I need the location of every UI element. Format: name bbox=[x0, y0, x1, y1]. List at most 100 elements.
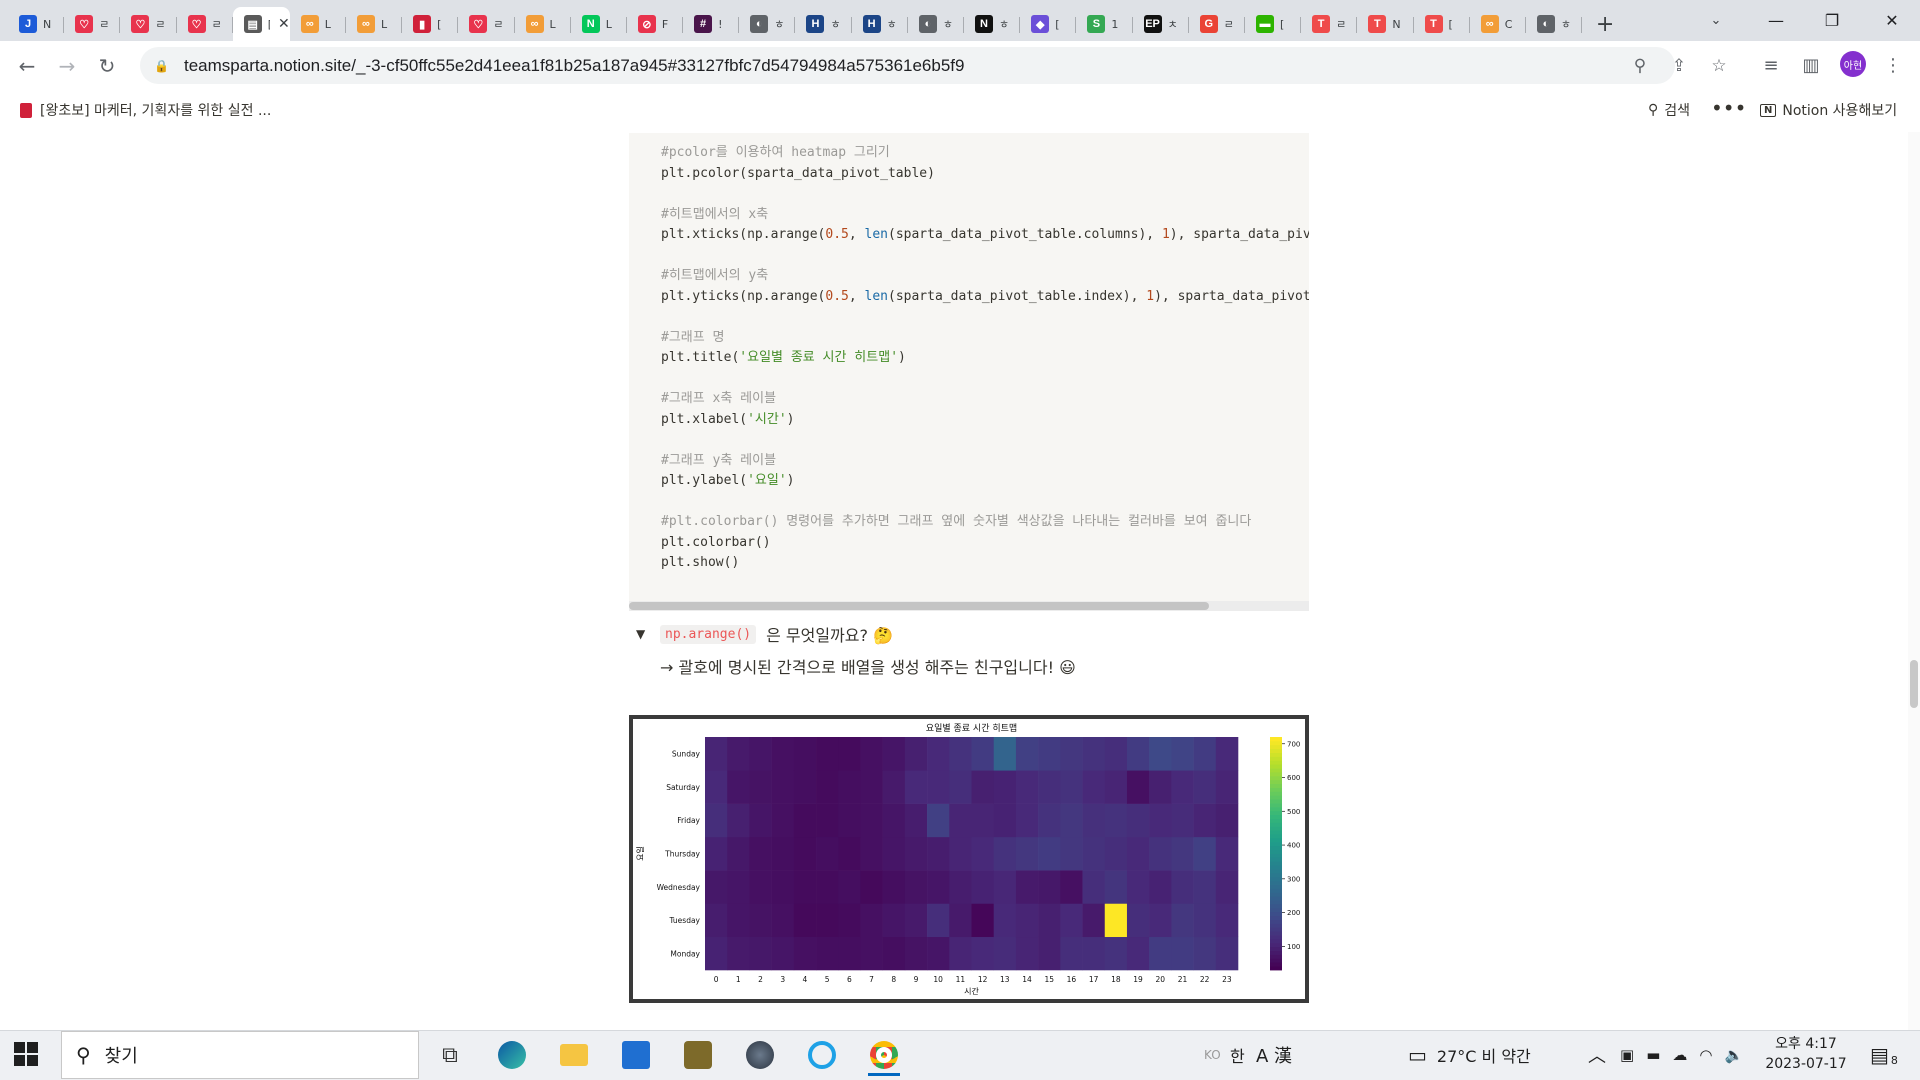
colorbar-segment bbox=[1270, 923, 1282, 928]
tab-favicon-icon: J bbox=[19, 15, 37, 33]
zoom-icon[interactable]: ⚲ bbox=[1625, 47, 1655, 84]
heatmap-image[interactable]: 요일별 종료 시간 히트맵 0 1 2 3 4 5 6 7 8 9 10 11 12 13 14 15 16 17 1… bbox=[629, 715, 1309, 1003]
try-notion-button[interactable]: N Notion 사용해보기 bbox=[1760, 100, 1897, 120]
clock-time: 오후 4:17 bbox=[1775, 1036, 1837, 1052]
browser-tab[interactable]: ◐ ㅎ bbox=[908, 7, 965, 41]
chrome-icon[interactable] bbox=[862, 1034, 906, 1076]
browser-tab[interactable]: ▬[ bbox=[1245, 7, 1302, 41]
volume-icon[interactable]: 🔈 bbox=[1724, 1046, 1743, 1064]
device-icon[interactable]: ▣ bbox=[1620, 1046, 1634, 1064]
onedrive-icon[interactable]: ☁ bbox=[1672, 1046, 1687, 1064]
show-hidden-icons[interactable]: ︿ bbox=[1588, 1030, 1606, 1080]
browser-tab[interactable]: ◐ ㅎ bbox=[739, 7, 796, 41]
taskbar-clock[interactable]: 오후 4:17 2023-07-17 bbox=[1758, 1034, 1854, 1074]
page-scrollbar[interactable] bbox=[1908, 132, 1920, 1030]
ime-ko[interactable]: KO bbox=[1204, 1030, 1221, 1080]
file-explorer-icon[interactable] bbox=[552, 1034, 596, 1076]
profile-avatar[interactable]: 아현 bbox=[1840, 51, 1866, 77]
breadcrumb[interactable]: [왕초보] 마케터, 기획자를 위한 실전 ... bbox=[20, 100, 271, 120]
more-menu-icon[interactable]: ⋮ bbox=[1875, 47, 1911, 83]
edge-icon[interactable] bbox=[490, 1034, 534, 1076]
heatmap-cell bbox=[1082, 836, 1106, 871]
browser-tab[interactable]: #! bbox=[683, 7, 740, 41]
page-scrollbar-thumb[interactable] bbox=[1910, 660, 1918, 708]
code-scrollbar-thumb[interactable] bbox=[629, 602, 1209, 610]
browser-tab[interactable]: Nㅎ bbox=[964, 7, 1021, 41]
taskbar-search-box[interactable]: ⚲ 찾기 bbox=[61, 1031, 419, 1079]
notification-icon[interactable]: ▤ 8 bbox=[1870, 1030, 1898, 1080]
tab-search-icon[interactable]: ⌄ bbox=[1702, 8, 1730, 32]
browser-tab[interactable]: Hㅎ bbox=[795, 7, 852, 41]
app-icon-globe[interactable] bbox=[738, 1034, 782, 1076]
browser-tab[interactable]: JN bbox=[8, 7, 65, 41]
browser-tab[interactable]: ▤ [왕 ✕ bbox=[232, 7, 290, 41]
heatmap-cell bbox=[993, 836, 1017, 871]
browser-tab[interactable]: ◐ ㅎ bbox=[1526, 7, 1583, 41]
wifi-icon[interactable]: ◠ bbox=[1699, 1046, 1712, 1064]
browser-tab[interactable]: Hㅎ bbox=[852, 7, 909, 41]
close-window-button[interactable]: ✕ bbox=[1864, 0, 1920, 41]
more-options-icon[interactable]: ••• bbox=[1711, 96, 1746, 120]
media-control-icon[interactable]: ≡ bbox=[1753, 47, 1789, 83]
code-line: plt.xlabel('시간') bbox=[661, 411, 795, 427]
browser-tab[interactable]: ▮[ bbox=[402, 7, 459, 41]
new-tab-button[interactable]: + bbox=[1588, 7, 1622, 41]
heatmap-cell bbox=[793, 737, 817, 771]
browser-tab[interactable]: ♡ ㄹ bbox=[458, 7, 515, 41]
battery-icon[interactable]: ▬ bbox=[1646, 1046, 1660, 1064]
x-tick-label: 13 bbox=[1000, 975, 1010, 984]
heatmap-cell bbox=[1215, 903, 1239, 938]
browser-tab[interactable]: ♡ ㄹ bbox=[177, 7, 233, 41]
back-icon[interactable]: ← bbox=[7, 46, 47, 86]
code-block[interactable]: #pcolor를 이용하여 heatmap 그리기 plt.pcolor(spar… bbox=[629, 133, 1309, 611]
address-bar[interactable]: 🔒 teamsparta.notion.site/_-3-cf50ffc55e2… bbox=[140, 47, 1727, 84]
windows-start-icon[interactable] bbox=[14, 1042, 38, 1066]
side-panel-icon[interactable]: ▥ bbox=[1793, 47, 1829, 83]
colorbar-segment bbox=[1270, 841, 1282, 847]
colorbar-segment bbox=[1270, 791, 1282, 796]
browser-tab[interactable]: ∞ L bbox=[290, 7, 347, 41]
notion-search-button[interactable]: ⚲ 검색 bbox=[1648, 100, 1690, 120]
browser-tab[interactable]: ◆[ bbox=[1020, 7, 1077, 41]
colorbar-segment bbox=[1270, 896, 1282, 901]
app-icon-security[interactable] bbox=[676, 1034, 720, 1076]
browser-tab[interactable]: Gㄹ bbox=[1189, 7, 1246, 41]
share-icon[interactable]: ⇪ bbox=[1664, 47, 1694, 84]
browser-tab[interactable]: NL bbox=[571, 7, 628, 41]
browser-tab[interactable]: Tㄹ bbox=[1301, 7, 1358, 41]
bookmark-star-icon[interactable]: ☆ bbox=[1704, 47, 1734, 84]
heatmap-cell bbox=[971, 737, 995, 771]
heatmap-cell bbox=[1060, 870, 1083, 904]
minimize-button[interactable]: — bbox=[1748, 0, 1804, 41]
toggle-caret-icon[interactable]: ▼ bbox=[636, 627, 650, 641]
heatmap-cell bbox=[1149, 803, 1172, 838]
browser-tab[interactable]: S1 bbox=[1076, 7, 1133, 41]
browser-tab[interactable]: EP ㅊ bbox=[1133, 7, 1189, 41]
browser-tab[interactable]: ∞ C bbox=[1470, 7, 1527, 41]
colorbar-segment bbox=[1270, 768, 1282, 773]
browser-tab[interactable]: ∞ L bbox=[346, 7, 403, 41]
task-view-icon[interactable]: ⧉ bbox=[428, 1034, 472, 1076]
microsoft-store-icon[interactable] bbox=[614, 1034, 658, 1076]
url-text[interactable]: teamsparta.notion.site/_-3-cf50ffc55e2d4… bbox=[184, 56, 964, 76]
browser-tab[interactable]: ♡ ㄹ bbox=[120, 7, 177, 41]
browser-tab[interactable]: ♡ ㄹ bbox=[64, 7, 121, 41]
reload-icon[interactable]: ↻ bbox=[87, 46, 127, 86]
browser-tab[interactable]: T[ bbox=[1414, 7, 1470, 41]
close-tab-icon[interactable]: ✕ bbox=[278, 16, 290, 32]
restore-button[interactable]: ❐ bbox=[1804, 0, 1860, 41]
forward-icon[interactable]: → bbox=[47, 46, 87, 86]
heatmap-cell bbox=[971, 836, 995, 871]
browser-tab[interactable]: ⊘ F bbox=[627, 7, 684, 41]
colorbar-segment bbox=[1270, 803, 1282, 808]
internet-explorer-icon[interactable] bbox=[800, 1034, 844, 1076]
ime-han[interactable]: 한 bbox=[1230, 1030, 1245, 1080]
ime-mode-icon[interactable]: A 漢 bbox=[1256, 1030, 1292, 1080]
browser-tab[interactable]: TN bbox=[1357, 7, 1414, 41]
browser-tab[interactable]: ∞ L bbox=[515, 7, 571, 41]
toggle-block[interactable]: ▼ np.arange() 은 무엇일까요? 🤔 bbox=[636, 622, 893, 646]
weather-widget[interactable]: ▭ 27°C 비 약간 bbox=[1408, 1030, 1531, 1080]
breadcrumb-title[interactable]: [왕초보] 마케터, 기획자를 위한 실전 ... bbox=[40, 100, 271, 120]
colorbar-segment bbox=[1270, 865, 1282, 870]
